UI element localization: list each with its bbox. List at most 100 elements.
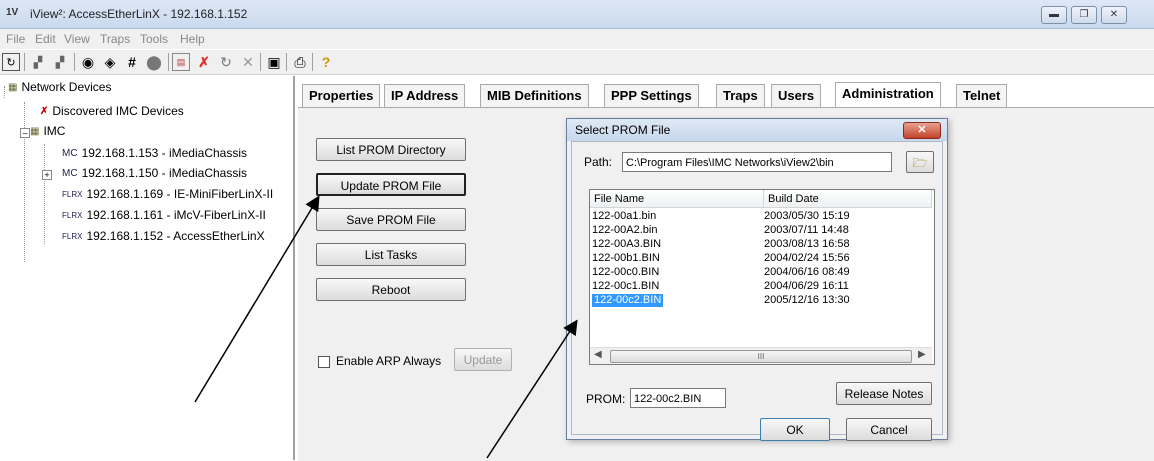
toolbar-separator [260, 53, 261, 71]
file-date: 2003/05/30 15:19 [764, 210, 850, 222]
scroll-right-icon[interactable]: ▶ [918, 349, 926, 360]
minimize-button[interactable]: ▬ [1041, 6, 1067, 24]
device-mc-icon: MC [62, 167, 78, 179]
enable-arp-checkbox[interactable] [318, 356, 330, 368]
stop-icon[interactable]: ⬤ [144, 52, 164, 72]
menu-traps[interactable]: Traps [100, 32, 130, 46]
tree-item-label: IMC [43, 124, 66, 138]
tab-users[interactable]: Users [771, 84, 822, 107]
update-prom-file-button[interactable]: Update PROM File [316, 173, 466, 196]
tab-ppp-settings[interactable]: PPP Settings [604, 84, 699, 107]
toolbar-separator [74, 53, 75, 71]
device-flrx-icon: FLRX [62, 189, 83, 199]
device-flrx-icon: FLRX [62, 210, 83, 220]
tab-administration[interactable]: Administration [835, 82, 941, 107]
toolbar-separator [312, 53, 313, 71]
update-button[interactable]: Update [454, 348, 512, 371]
dialog-close-button[interactable]: ✕ [903, 122, 941, 139]
close-x-icon[interactable]: ✕ [238, 52, 258, 72]
tab-telnet[interactable]: Telnet [956, 84, 1008, 107]
dialog-title-bar: Select PROM File ✕ [567, 119, 947, 141]
file-date: 2004/06/29 16:11 [764, 280, 849, 292]
list-tasks-button[interactable]: List Tasks [316, 243, 466, 266]
reboot-button[interactable]: Reboot [316, 278, 466, 301]
list-prom-directory-button[interactable]: List PROM Directory [316, 138, 466, 161]
select-prom-file-dialog: Select PROM File ✕ Path: C:\Program File… [566, 118, 948, 441]
screen-icon[interactable]: ▣ [264, 52, 284, 72]
toolbar-separator [24, 53, 25, 71]
restore-button[interactable]: ❐ [1071, 6, 1097, 24]
minimize-icon: ▬ [1049, 9, 1059, 20]
close-icon: ✕ [917, 124, 927, 136]
save-prom-file-button[interactable]: Save PROM File [316, 208, 466, 231]
path-input[interactable]: C:\Program Files\IMC Networks\iView2\bin [622, 152, 892, 172]
tab-traps[interactable]: Traps [716, 84, 765, 107]
file-row-selected[interactable]: 122-00c2.BIN 2005/12/16 13:30 [590, 294, 930, 307]
column-header-file-name[interactable]: File Name [590, 190, 764, 208]
horizontal-scrollbar[interactable]: ◀ III ▶ [590, 347, 932, 364]
file-name: 122-00c0.BIN [592, 266, 660, 278]
file-row[interactable]: 122-00a1.bin 2003/05/30 15:19 [590, 210, 930, 223]
menu-tools[interactable]: Tools [140, 32, 168, 46]
log-icon[interactable]: ▤ [172, 53, 190, 71]
refresh-icon[interactable]: ↻ [2, 53, 20, 71]
grid-icon[interactable]: # [122, 52, 142, 72]
menu-bar: File Edit View Traps Tools Help [0, 29, 1154, 49]
tab-properties[interactable]: Properties [302, 84, 381, 107]
tree-item-label: 192.168.1.161 - iMcV-FiberLinX-II [86, 208, 266, 222]
prom-label: PROM: [586, 392, 626, 406]
menu-edit[interactable]: Edit [35, 32, 56, 46]
release-notes-button[interactable]: Release Notes [836, 382, 932, 405]
menu-view[interactable]: View [64, 32, 90, 46]
app-icon: 1V [6, 7, 19, 18]
path-label: Path: [584, 155, 613, 169]
tree-device[interactable]: FLRX 192.168.1.161 - iMcV-FiberLinX-II [62, 206, 266, 224]
tree-item-discovered[interactable]: ✗ Discovered IMC Devices [40, 102, 184, 120]
tree-root[interactable]: ▦ Network Devices [8, 78, 111, 96]
close-button[interactable]: ✕ [1101, 6, 1127, 24]
tab-ip-address[interactable]: IP Address [384, 84, 466, 107]
scroll-left-icon[interactable]: ◀ [594, 349, 602, 360]
menu-help[interactable]: Help [180, 32, 205, 46]
tree-item-label: 192.168.1.152 - AccessEtherLinX [86, 229, 265, 243]
delete-icon[interactable]: ✗ [194, 52, 214, 72]
tab-mib-definitions[interactable]: MIB Definitions [480, 84, 589, 107]
tree-device[interactable]: MC 192.168.1.150 - iMediaChassis [62, 164, 247, 182]
ok-button[interactable]: OK [760, 418, 830, 441]
file-row[interactable]: 122-00c0.BIN 2004/06/16 08:49 [590, 266, 930, 279]
menu-file[interactable]: File [6, 32, 25, 46]
cancel-icon[interactable]: ↻ [216, 52, 236, 72]
print-icon[interactable]: ⎙ [290, 52, 310, 72]
file-list[interactable]: File Name Build Date 122-00a1.bin 2003/05… [589, 189, 935, 365]
file-row[interactable]: 122-00c1.BIN 2004/06/29 16:11 [590, 280, 930, 293]
device-mc-icon: MC [62, 147, 78, 159]
file-row[interactable]: 122-00A3.BIN 2003/08/13 16:58 [590, 238, 930, 251]
network-icon: ▦ [30, 125, 40, 137]
column-header-build-date[interactable]: Build Date [764, 190, 932, 208]
expand-icon[interactable]: + [42, 170, 52, 180]
browse-folder-button[interactable]: 🗁 [906, 151, 934, 173]
cancel-button[interactable]: Cancel [846, 418, 932, 441]
tree-item-label: 192.168.1.169 - IE-MiniFiberLinX-II [86, 187, 274, 201]
tree-collapse-icon[interactable]: ▞ [28, 52, 48, 72]
file-row[interactable]: 122-00b1.BIN 2004/02/24 15:56 [590, 252, 930, 265]
tree-item-imc[interactable]: ▦ IMC [30, 122, 65, 140]
tree-device[interactable]: FLRX 192.168.1.169 - IE-MiniFiberLinX-II [62, 185, 273, 203]
tree-expand-icon[interactable]: ▞ [50, 52, 70, 72]
file-date: 2003/07/11 14:48 [764, 224, 849, 236]
eye-icon[interactable]: ◈ [100, 52, 120, 72]
device-tree[interactable]: ▦ Network Devices ✗ Discovered IMC Devic… [0, 76, 295, 460]
tree-device[interactable]: MC 192.168.1.153 - iMediaChassis [62, 144, 247, 162]
file-name: 122-00b1.BIN [592, 252, 660, 264]
folder-icon: 🗁 [912, 156, 928, 170]
scroll-thumb[interactable]: III [610, 350, 912, 363]
help-icon[interactable]: ? [316, 52, 336, 72]
tree-device[interactable]: FLRX 192.168.1.152 - AccessEtherLinX [62, 227, 265, 245]
network-icon[interactable]: ◉ [78, 52, 98, 72]
collapse-icon[interactable]: – [20, 128, 30, 138]
file-date: 2004/06/16 08:49 [764, 266, 850, 278]
file-row[interactable]: 122-00A2.bin 2003/07/11 14:48 [590, 224, 930, 237]
tree-connector [24, 102, 25, 262]
prom-value-field[interactable]: 122-00c2.BIN [630, 388, 726, 408]
tree-root-label: Network Devices [21, 80, 112, 94]
